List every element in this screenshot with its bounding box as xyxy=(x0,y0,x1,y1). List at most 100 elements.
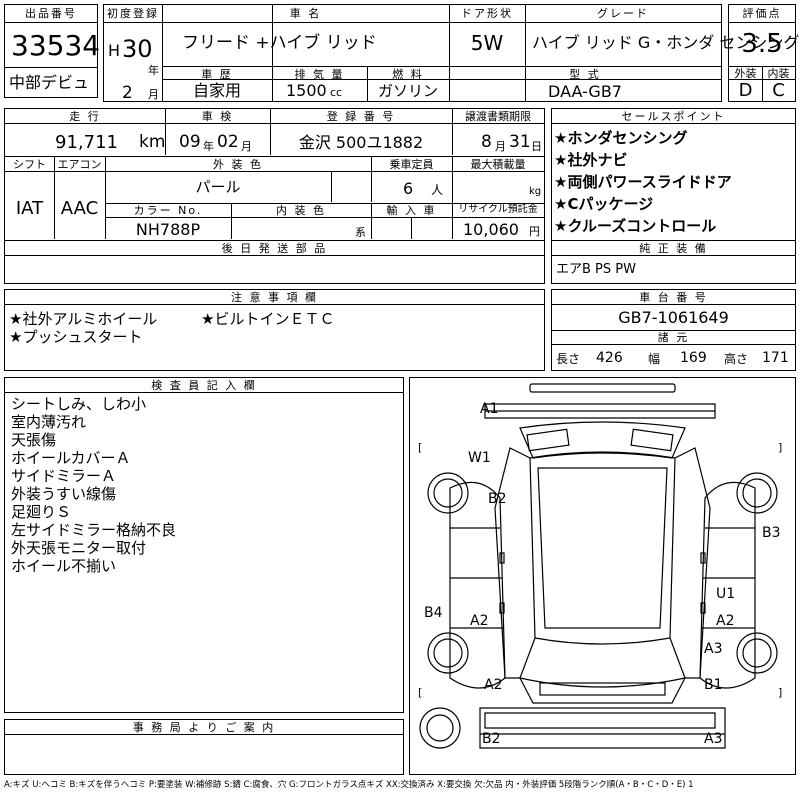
insp-year: 09 xyxy=(179,132,201,152)
damage-mark: A3 xyxy=(704,731,723,747)
damage-mark: A2 xyxy=(484,677,503,693)
exterior-score: D xyxy=(738,80,753,101)
legend: A:キズ U:ヘコミ B:キズを伴うヘコミ P:要塗装 W:補修跡 S:錆 C:… xyxy=(4,780,694,790)
interior-label: 内装 xyxy=(767,67,790,80)
ext-color: パール xyxy=(195,178,241,196)
selling-point: ★Cパッケージ xyxy=(554,195,654,213)
inspector-note: ホイールカバーＡ xyxy=(11,449,131,467)
ext-color-label: 外 装 色 xyxy=(213,158,263,171)
inspector-note: サイドミラーＡ xyxy=(11,467,117,485)
spec-label: 諸 元 xyxy=(657,331,690,344)
main-header-box: 初度登録 H 30 年 2 月 車 名 フリード +ハイブ リッド ドア形状 5… xyxy=(103,4,799,103)
chassis-number: GB7-1061649 xyxy=(618,308,729,327)
fuel-label: 燃 料 xyxy=(392,68,424,81)
car-diagram-box: [] [] A1 W1 B2 B3 U1 B4 A2 A2 A3 A2 B1 B… xyxy=(409,377,796,775)
mileage-unit: km xyxy=(139,132,166,152)
lot-label: 出品番号 xyxy=(25,7,77,20)
selling-point: ★社外ナビ xyxy=(554,151,628,169)
ac: AAC xyxy=(60,198,99,219)
selling-point: ★ホンダセンシング xyxy=(554,129,688,147)
fuel: ガソリン xyxy=(377,82,438,100)
chassis-box: 車 台 番 号 GB7-1061649 諸 元 長さ 426 幅 169 高さ … xyxy=(551,289,796,371)
reg-number: 金沢 500ユ1882 xyxy=(298,133,424,152)
exterior-label: 外装 xyxy=(734,67,757,80)
damage-mark: B2 xyxy=(488,491,507,507)
insp-month-unit: 月 xyxy=(241,140,252,153)
max-load-unit: kg xyxy=(529,186,542,197)
damage-mark: B2 xyxy=(482,731,501,747)
genuine-label: 純 正 装 備 xyxy=(639,242,708,255)
inspector-note: 天張傷 xyxy=(11,431,57,449)
damage-mark: A3 xyxy=(704,641,723,657)
ac-label: エアコン xyxy=(57,158,102,171)
inspector-note: 左サイドミラー格納不良 xyxy=(11,521,177,539)
reg-number-label: 登 録 番 号 xyxy=(326,110,396,123)
score-box: 評価点 3.5 外装 内装 D C xyxy=(728,4,796,102)
svg-text:[: [ xyxy=(418,686,422,699)
transfer-month-unit: 月 xyxy=(495,140,506,153)
transfer-day-unit: 日 xyxy=(531,140,542,153)
transfer-month: 8 xyxy=(481,132,492,152)
notes-label: 注 意 事 項 欄 xyxy=(231,291,318,304)
recycle-unit: 円 xyxy=(529,225,540,238)
max-load-label: 最大積載量 xyxy=(470,158,526,171)
color-no: NH788P xyxy=(135,220,201,239)
car-name: フリード +ハイブ リッド xyxy=(182,33,377,53)
selling-points-label: セールスポイント xyxy=(621,110,726,123)
door-type: 5W xyxy=(470,31,504,55)
shift: IAT xyxy=(15,198,44,219)
length-label: 長さ xyxy=(556,352,581,366)
mileage-label: 走 行 xyxy=(69,110,101,123)
office-box: 事 務 局 よ り ご 案 内 xyxy=(4,719,404,775)
door-label: ドア形状 xyxy=(461,7,513,20)
height-label: 高さ xyxy=(724,352,749,366)
lot-box: 出品番号 33534 中部デビュ xyxy=(4,4,101,98)
inspector-note: 外天張モニター取付 xyxy=(11,539,147,557)
damage-mark: A2 xyxy=(470,613,489,629)
inspector-label: 検 査 員 記 入 欄 xyxy=(151,379,257,392)
damage-mark: W1 xyxy=(468,450,491,466)
svg-text:[: [ xyxy=(418,441,422,454)
int-color-unit: 系 xyxy=(355,226,366,239)
vehicle-info-box: 走 行 91,711 km 車 検 09 年 02 月 登 録 番 号 金沢 5… xyxy=(4,108,545,284)
score: 3.5 xyxy=(741,29,783,59)
note-item: ★社外アルミホイール xyxy=(9,310,158,328)
displacement: 1500 xyxy=(286,81,327,100)
capacity-label: 乗車定員 xyxy=(389,158,434,171)
height-value: 171 xyxy=(762,350,789,366)
reg-month: 2 xyxy=(122,83,133,103)
year-unit: 年 xyxy=(148,64,159,77)
width-value: 169 xyxy=(680,350,707,366)
inspector-note: 外装うすい線傷 xyxy=(11,485,117,503)
selling-point: ★クルーズコントロール xyxy=(554,217,717,235)
recycle-label: リサイクル預託金 xyxy=(458,204,538,215)
capacity: 6 xyxy=(403,179,414,198)
selling-points-box: セールスポイント ★ホンダセンシング ★社外ナビ ★両側パワースライドドア ★C… xyxy=(551,108,796,284)
insp-year-unit: 年 xyxy=(203,140,214,153)
damage-mark: B4 xyxy=(424,605,443,621)
insp-month: 02 xyxy=(217,132,239,152)
first-reg-label: 初度登録 xyxy=(107,7,159,20)
damage-mark: B1 xyxy=(704,677,723,693)
length-value: 426 xyxy=(596,350,623,366)
lot-number: 33534 xyxy=(11,29,101,62)
history: 自家用 xyxy=(192,81,241,100)
mileage: 91,711 xyxy=(55,132,118,153)
note-item: ★ビルトインＥＴＣ xyxy=(201,310,335,328)
model: DAA-GB7 xyxy=(548,82,622,101)
chassis-label: 車 台 番 号 xyxy=(639,291,708,304)
office-label: 事 務 局 よ り ご 案 内 xyxy=(132,721,276,734)
displacement-label: 排 気 量 xyxy=(294,68,345,81)
shift-label: シフト xyxy=(13,158,46,171)
car-diagram: [] [] xyxy=(418,383,782,749)
reg-year: 30 xyxy=(122,35,153,63)
era: H xyxy=(108,41,121,60)
inspector-note: シートしみ、しわ小 xyxy=(11,395,147,413)
inspector-box: 検 査 員 記 入 欄 シートしみ、しわ小 室内薄汚れ 天張傷 ホイールカバーＡ… xyxy=(4,377,404,713)
damage-mark: A2 xyxy=(716,613,735,629)
transfer-day: 31 xyxy=(509,132,531,152)
genuine-equipment: エアB PS PW xyxy=(556,262,636,277)
svg-text:]: ] xyxy=(778,441,782,454)
month-unit: 月 xyxy=(148,88,159,101)
transfer-label: 譲渡書類期限 xyxy=(465,110,531,123)
